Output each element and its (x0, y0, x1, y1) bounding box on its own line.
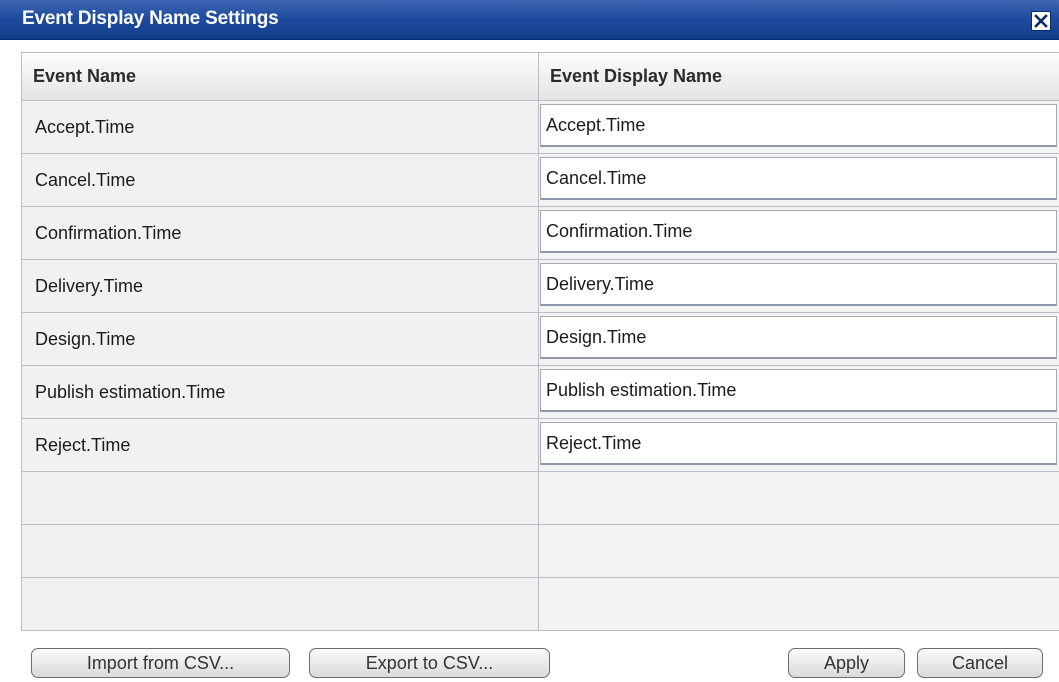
display-name-input[interactable] (540, 104, 1057, 147)
close-button[interactable] (1031, 11, 1051, 31)
table-row: Publish estimation.Time (22, 366, 1059, 419)
event-display-name-settings-dialog: Event Display Name Settings Event Name E… (0, 0, 1059, 682)
empty-table-row (22, 525, 1059, 578)
event-name-cell: Design.Time (22, 313, 539, 365)
display-name-cell (539, 366, 1059, 418)
column-header-event-display-name[interactable]: Event Display Name (539, 53, 1059, 100)
event-name-cell: Publish estimation.Time (22, 366, 539, 418)
display-name-cell (539, 101, 1059, 153)
export-to-csv-button[interactable]: Export to CSV... (309, 648, 550, 678)
column-header-event-name[interactable]: Event Name (22, 53, 539, 100)
table-row: Confirmation.Time (22, 207, 1059, 260)
cancel-button[interactable]: Cancel (917, 648, 1043, 678)
display-name-cell (539, 260, 1059, 312)
empty-cell (539, 525, 1059, 577)
display-name-cell (539, 207, 1059, 259)
apply-button[interactable]: Apply (788, 648, 905, 678)
display-name-input[interactable] (540, 210, 1057, 253)
display-name-cell (539, 313, 1059, 365)
close-icon (1034, 14, 1048, 28)
empty-cell (539, 578, 1059, 630)
display-name-input[interactable] (540, 157, 1057, 200)
empty-cell (22, 578, 539, 630)
empty-table-row (22, 578, 1059, 631)
display-name-input[interactable] (540, 263, 1057, 306)
table-row: Accept.Time (22, 101, 1059, 154)
table-header: Event Name Event Display Name (22, 53, 1059, 101)
display-name-cell (539, 419, 1059, 471)
title-bar[interactable]: Event Display Name Settings (0, 0, 1059, 40)
display-name-input[interactable] (540, 369, 1057, 412)
dialog-title: Event Display Name Settings (22, 8, 279, 29)
import-from-csv-button[interactable]: Import from CSV... (31, 648, 290, 678)
event-name-cell: Delivery.Time (22, 260, 539, 312)
table-row: Design.Time (22, 313, 1059, 366)
empty-cell (539, 472, 1059, 524)
empty-table-row (22, 472, 1059, 525)
table-row: Cancel.Time (22, 154, 1059, 207)
empty-cell (22, 525, 539, 577)
event-name-cell: Reject.Time (22, 419, 539, 471)
event-name-table: Event Name Event Display Name Accept.Tim… (21, 52, 1059, 631)
table-row: Delivery.Time (22, 260, 1059, 313)
table-row: Reject.Time (22, 419, 1059, 472)
event-name-cell: Confirmation.Time (22, 207, 539, 259)
event-name-cell: Accept.Time (22, 101, 539, 153)
display-name-input[interactable] (540, 316, 1057, 359)
display-name-cell (539, 154, 1059, 206)
event-name-cell: Cancel.Time (22, 154, 539, 206)
display-name-input[interactable] (540, 422, 1057, 465)
empty-cell (22, 472, 539, 524)
